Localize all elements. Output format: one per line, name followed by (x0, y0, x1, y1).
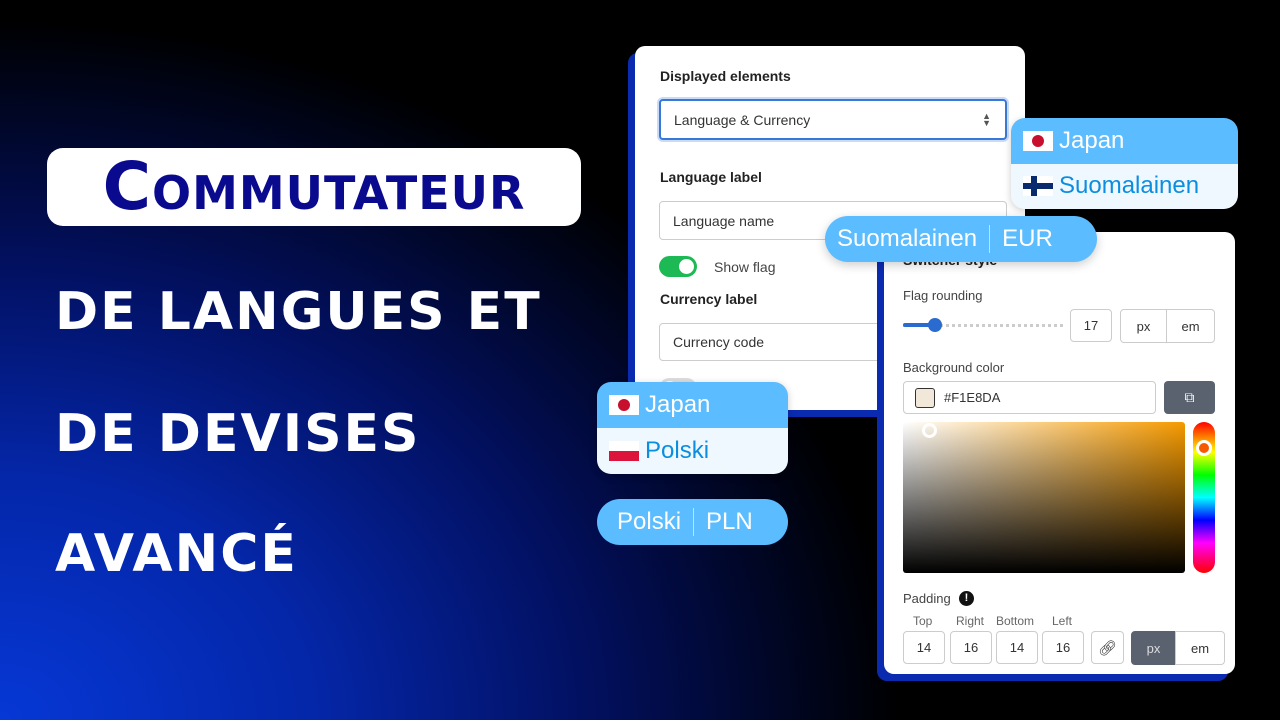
select-value: Currency code (673, 334, 765, 350)
background-color-input[interactable]: #F1E8DA (903, 381, 1156, 414)
switcher-style-panel: Switcher style Flag rounding 17 px em Ba… (884, 232, 1235, 674)
pill-divider (693, 508, 695, 536)
padding-label: Padding (903, 591, 951, 606)
unit-px-button[interactable]: px (1120, 309, 1167, 343)
flag-rounding-input[interactable]: 17 (1070, 309, 1112, 342)
headline-box: Commutateur (47, 148, 581, 226)
info-icon[interactable]: ! (959, 591, 974, 606)
show-flag-toggle[interactable] (659, 256, 697, 277)
padding-bottom-input[interactable]: 14 (996, 631, 1038, 664)
padding-right-label: Right (956, 614, 985, 628)
dropdown-label: Japan (1059, 126, 1125, 154)
expand-picker-button[interactable]: ⧉ (1164, 381, 1215, 414)
dropdown-current[interactable]: Japan (597, 382, 788, 428)
pill-currency: PLN (706, 508, 753, 535)
padding-left-input[interactable]: 16 (1042, 631, 1084, 664)
slider-handle[interactable] (928, 318, 942, 332)
language-dropdown-preview-2[interactable]: Japan Polski (597, 382, 788, 474)
displayed-elements-select[interactable]: Language & Currency ▲ ▼ (659, 99, 1007, 140)
saturation-handle[interactable] (922, 423, 937, 438)
padding-top-label: Top (913, 614, 933, 628)
color-hex: #F1E8DA (944, 390, 1001, 405)
language-dropdown-preview[interactable]: Japan Suomalainen (1011, 118, 1238, 209)
finland-flag-icon (1023, 176, 1053, 197)
hue-handle[interactable] (1196, 440, 1212, 456)
padding-bottom-label: Bottom (996, 614, 1035, 628)
japan-flag-icon (1023, 130, 1053, 151)
select-value: Language & Currency (674, 111, 811, 128)
japan-flag-icon (609, 395, 639, 415)
padding-left-label: Left (1052, 614, 1073, 628)
padding-unit-em[interactable]: em (1175, 631, 1225, 665)
background-color-label: Background color (903, 360, 1005, 375)
link-padding-button[interactable]: 🔗︎ (1091, 631, 1124, 664)
expand-icon: ⧉ (1184, 389, 1195, 405)
currency-label-heading: Currency label (660, 291, 758, 307)
show-flag-label: Show flag (714, 259, 776, 275)
select-value: Language name (673, 212, 775, 229)
sort-arrows-icon: ▲ ▼ (982, 110, 991, 128)
padding-unit-px[interactable]: px (1131, 631, 1176, 665)
dropdown-current[interactable]: Japan (1011, 118, 1238, 164)
headline-line4: AVANCÉ (55, 524, 298, 584)
dropdown-option[interactable]: Polski (597, 428, 788, 474)
language-label-heading: Language label (660, 169, 762, 185)
unit-em-button[interactable]: em (1166, 309, 1215, 343)
dropdown-label: Japan (645, 391, 711, 418)
padding-top-input[interactable]: 14 (903, 631, 945, 664)
headline-line2: DE LANGUES ET (55, 282, 542, 342)
pill-language: Suomalainen (837, 225, 978, 252)
pill-divider (989, 225, 991, 253)
flag-rounding-label: Flag rounding (903, 288, 983, 303)
pill-language: Polski (617, 508, 682, 535)
switcher-pill-preview-2[interactable]: Polski PLN (597, 499, 788, 545)
saturation-picker[interactable] (903, 422, 1185, 573)
dropdown-label: Suomalainen (1059, 172, 1200, 200)
pill-currency: EUR (1002, 225, 1053, 252)
padding-right-input[interactable]: 16 (950, 631, 992, 664)
poland-flag-icon (609, 441, 639, 461)
dropdown-label: Polski (645, 437, 710, 464)
dropdown-option[interactable]: Suomalainen (1011, 163, 1238, 209)
color-swatch (915, 387, 935, 408)
switcher-pill-preview[interactable]: Suomalainen EUR (825, 216, 1097, 262)
displayed-elements-label: Displayed elements (660, 68, 791, 84)
headline-line1: Commutateur (102, 148, 526, 225)
headline-line3: DE DEVISES (55, 404, 421, 464)
link-icon: 🔗︎ (1097, 639, 1118, 657)
